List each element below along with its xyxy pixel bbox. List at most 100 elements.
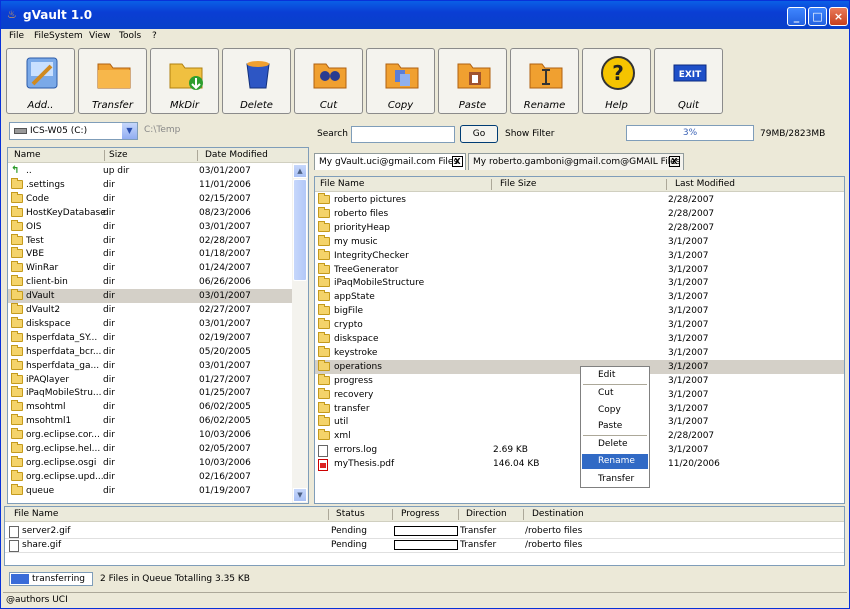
queue-destination: /roberto files bbox=[525, 540, 583, 550]
folder-icon bbox=[11, 330, 23, 342]
table-row[interactable]: hsperfdata_bcr... dir 05/20/2005 bbox=[8, 344, 293, 359]
file-size: dir bbox=[103, 471, 115, 482]
menu-item-rename[interactable]: Rename bbox=[582, 454, 648, 469]
tab-gmail-files[interactable]: My roberto.gamboni@gmail.com@GMAIL Files… bbox=[468, 153, 684, 170]
table-row[interactable]: org.eclipse.osgi dir 10/03/2006 bbox=[8, 455, 293, 470]
menu-item-delete[interactable]: Delete bbox=[582, 437, 648, 452]
local-scrollbar[interactable]: ▲ ▼ bbox=[292, 163, 308, 503]
table-row[interactable]: dVault2 dir 02/27/2007 bbox=[8, 303, 293, 317]
table-row[interactable]: my music 3/1/2007 bbox=[315, 234, 844, 249]
menu-view[interactable]: View bbox=[89, 31, 110, 41]
col-queue-status[interactable]: Status bbox=[336, 509, 365, 519]
cut-button[interactable]: Cut bbox=[294, 48, 363, 114]
table-row[interactable]: hsperfdata_ga... dir 03/01/2007 bbox=[8, 358, 293, 373]
go-button[interactable]: Go bbox=[460, 125, 498, 143]
col-file-size[interactable]: File Size bbox=[500, 179, 536, 189]
col-date[interactable]: Date Modified bbox=[205, 150, 268, 160]
menu-file[interactable]: File bbox=[9, 31, 24, 41]
help-button[interactable]: ? Help bbox=[582, 48, 651, 114]
file-name: crypto bbox=[334, 320, 363, 331]
tab-gvault-files[interactable]: My gVault.uci@gmail.com Files X bbox=[314, 153, 466, 170]
table-row[interactable]: Test dir 02/28/2007 bbox=[8, 233, 293, 248]
table-row[interactable]: Code dir 02/15/2007 bbox=[8, 191, 293, 206]
file-size: dir bbox=[103, 235, 115, 246]
table-row[interactable]: keystroke 3/1/2007 bbox=[315, 345, 844, 360]
minimize-button[interactable]: _ bbox=[787, 7, 806, 26]
mkdir-button[interactable]: MkDir bbox=[150, 48, 219, 114]
col-queue-destination[interactable]: Destination bbox=[532, 509, 584, 519]
table-row[interactable]: crypto 3/1/2007 bbox=[315, 318, 844, 332]
table-row[interactable]: diskspace 3/1/2007 bbox=[315, 332, 844, 346]
table-row[interactable]: msohtml1 dir 06/02/2005 bbox=[8, 414, 293, 428]
transfer-button[interactable]: Transfer bbox=[78, 48, 147, 114]
scroll-up-icon[interactable]: ▲ bbox=[293, 164, 307, 178]
drive-select[interactable]: ICS-W05 (C:) ▼ bbox=[9, 122, 138, 140]
table-row[interactable]: iPaqMobileStructure 3/1/2007 bbox=[315, 276, 844, 290]
chevron-down-icon[interactable]: ▼ bbox=[122, 123, 137, 139]
table-row[interactable]: queue dir 01/19/2007 bbox=[8, 483, 293, 498]
menu-item-copy[interactable]: Copy bbox=[582, 403, 648, 418]
close-tab-icon[interactable]: X bbox=[452, 156, 463, 167]
close-tab-icon[interactable]: X bbox=[669, 156, 680, 167]
menu-item-transfer[interactable]: Transfer bbox=[582, 472, 648, 487]
table-row[interactable]: hsperfdata_SY... dir 02/19/2007 bbox=[8, 330, 293, 345]
table-row[interactable]: org.eclipse.hel... dir 02/05/2007 bbox=[8, 442, 293, 456]
table-row[interactable]: bigFile 3/1/2007 bbox=[315, 304, 844, 318]
menu-item-paste[interactable]: Paste bbox=[582, 419, 648, 434]
menu-item-cut[interactable]: Cut bbox=[582, 386, 648, 401]
col-file-name[interactable]: File Name bbox=[320, 179, 364, 189]
folder-icon bbox=[11, 455, 23, 467]
table-row[interactable]: diskspace dir 03/01/2007 bbox=[8, 316, 293, 331]
local-file-list[interactable]: Name Size Date Modified ↰.. up dir 03/01/2… bbox=[7, 147, 309, 504]
quit-button[interactable]: EXIT Quit bbox=[654, 48, 723, 114]
table-row[interactable]: WinRar dir 01/24/2007 bbox=[8, 261, 293, 275]
table-row[interactable]: roberto files 2/28/2007 bbox=[315, 206, 844, 221]
folder-icon bbox=[318, 193, 330, 204]
col-last-modified[interactable]: Last Modified bbox=[675, 179, 735, 189]
table-row[interactable]: iPAQlayer dir 01/27/2007 bbox=[8, 372, 293, 387]
table-row[interactable]: share.gif Pending Transfer/roberto files bbox=[5, 538, 844, 553]
col-size[interactable]: Size bbox=[109, 150, 127, 160]
copy-button[interactable]: Copy bbox=[366, 48, 435, 114]
queue-progress-bar bbox=[394, 540, 458, 550]
col-queue-direction[interactable]: Direction bbox=[466, 509, 507, 519]
file-date: 3/1/2007 bbox=[668, 320, 709, 331]
col-name[interactable]: Name bbox=[14, 150, 41, 160]
menu-tools[interactable]: Tools bbox=[119, 31, 141, 41]
table-row[interactable]: VBE dir 01/18/2007 bbox=[8, 247, 293, 261]
title-bar[interactable]: ♨ gVault 1.0 _ □ × bbox=[1, 1, 849, 29]
paste-button[interactable]: Paste bbox=[438, 48, 507, 114]
table-row[interactable]: iPaqMobileStru... dir 01/25/2007 bbox=[8, 386, 293, 400]
col-queue-file[interactable]: File Name bbox=[14, 509, 58, 519]
rename-button[interactable]: Rename bbox=[510, 48, 579, 114]
menu-filesystem[interactable]: FileSystem bbox=[34, 31, 83, 41]
table-row[interactable]: org.eclipse.upd... dir 02/16/2007 bbox=[8, 469, 293, 484]
table-row[interactable]: org.eclipse.cor... dir 10/03/2006 bbox=[8, 428, 293, 442]
search-input[interactable] bbox=[351, 126, 455, 143]
table-row[interactable]: .settings dir 11/01/2006 bbox=[8, 177, 293, 192]
menu-help[interactable]: ? bbox=[152, 31, 157, 41]
add-button[interactable]: Add.. bbox=[6, 48, 75, 114]
table-row[interactable]: HostKeyDatabase dir 08/23/2006 bbox=[8, 205, 293, 220]
table-row[interactable]: msohtml dir 06/02/2005 bbox=[8, 400, 293, 414]
scroll-down-icon[interactable]: ▼ bbox=[293, 488, 307, 502]
file-name: errors.log bbox=[334, 445, 378, 456]
table-row[interactable]: ↰.. up dir 03/01/2007 bbox=[8, 164, 293, 178]
close-button[interactable]: × bbox=[829, 7, 848, 26]
table-row[interactable]: IntegrityChecker 3/1/2007 bbox=[315, 248, 844, 263]
table-row[interactable]: priorityHeap 2/28/2007 bbox=[315, 220, 844, 235]
scroll-thumb[interactable] bbox=[293, 179, 307, 281]
maximize-button[interactable]: □ bbox=[808, 7, 827, 26]
table-row[interactable]: client-bin dir 06/26/2006 bbox=[8, 275, 293, 289]
table-row[interactable]: OIS dir 03/01/2007 bbox=[8, 219, 293, 234]
table-row[interactable]: dVault dir 03/01/2007 bbox=[8, 289, 293, 304]
table-row[interactable]: roberto pictures 2/28/2007 bbox=[315, 193, 844, 207]
delete-button[interactable]: Delete bbox=[222, 48, 291, 114]
table-row[interactable]: appState 3/1/2007 bbox=[315, 290, 844, 304]
transfer-queue[interactable]: File Name Status Progress Direction Dest… bbox=[4, 506, 845, 566]
table-row[interactable]: TreeGenerator 3/1/2007 bbox=[315, 262, 844, 277]
menu-item-edit[interactable]: Edit bbox=[582, 368, 648, 383]
col-queue-progress[interactable]: Progress bbox=[401, 509, 439, 519]
table-row[interactable]: server2.gif Pending Transfer/roberto files bbox=[5, 524, 844, 539]
show-filter-label[interactable]: Show Filter bbox=[505, 129, 554, 139]
